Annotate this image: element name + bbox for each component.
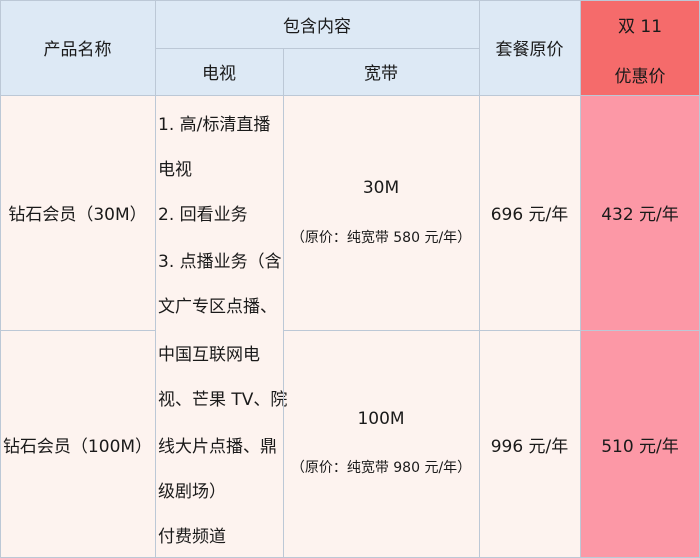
header-broadband: 宽带 (364, 64, 398, 84)
tv-line: 2. 回看业务 (158, 205, 248, 225)
tv-line: 级剧场） (158, 482, 226, 502)
header-contents: 包含内容 (283, 16, 351, 37)
package-price-cell: 996 元/年 (490, 436, 569, 457)
grid-line (479, 0, 480, 558)
header-tv: 电视 (202, 64, 236, 84)
grid-line (0, 0, 700, 1)
promo-price-cell: 432 元/年 (601, 205, 679, 225)
broadband-original-price-note: （原价：纯宽带 980 元/年） (290, 460, 472, 476)
grid-line (283, 330, 700, 331)
header-product-name: 产品名称 (43, 40, 112, 60)
tv-line: 文广专区点播、 (158, 297, 277, 317)
header-package-price: 套餐原价 (495, 40, 564, 60)
header-promo-title: 双 11 (617, 17, 663, 37)
grid-line (0, 0, 1, 558)
broadband-original-price-note: （原价：纯宽带 580 元/年） (290, 230, 472, 246)
price-table: 产品名称 包含内容 电视 宽带 套餐原价 双 11 优惠价 1. 高/标清直播 … (0, 0, 700, 558)
tv-line: 1. 高/标清直播 (158, 115, 271, 135)
package-price-cell: 696 元/年 (490, 205, 569, 225)
tv-line: 付费频道 (158, 527, 226, 547)
tv-line: 视、芒果 TV、院 (158, 390, 288, 410)
promo-price-cell: 510 元/年 (601, 436, 679, 457)
grid-line (283, 48, 284, 558)
tv-line: 电视 (158, 160, 192, 180)
broadband-speed: 30M (362, 178, 400, 198)
product-name-cell: 钻石会员（30M） (8, 205, 147, 225)
grid-line (0, 95, 700, 96)
grid-line (0, 330, 155, 331)
tv-line: 3. 点播业务（含 (158, 252, 282, 272)
tv-line: 线大片点播、鼎 (158, 437, 277, 457)
tv-line: 中国互联网电 (158, 345, 260, 365)
broadband-speed: 100M (357, 409, 405, 429)
grid-line (155, 0, 156, 558)
grid-line (580, 0, 581, 558)
grid-line (155, 48, 479, 49)
header-promo-subtitle: 优惠价 (614, 67, 666, 87)
product-name-cell: 钻石会员（100M） (2, 436, 153, 457)
